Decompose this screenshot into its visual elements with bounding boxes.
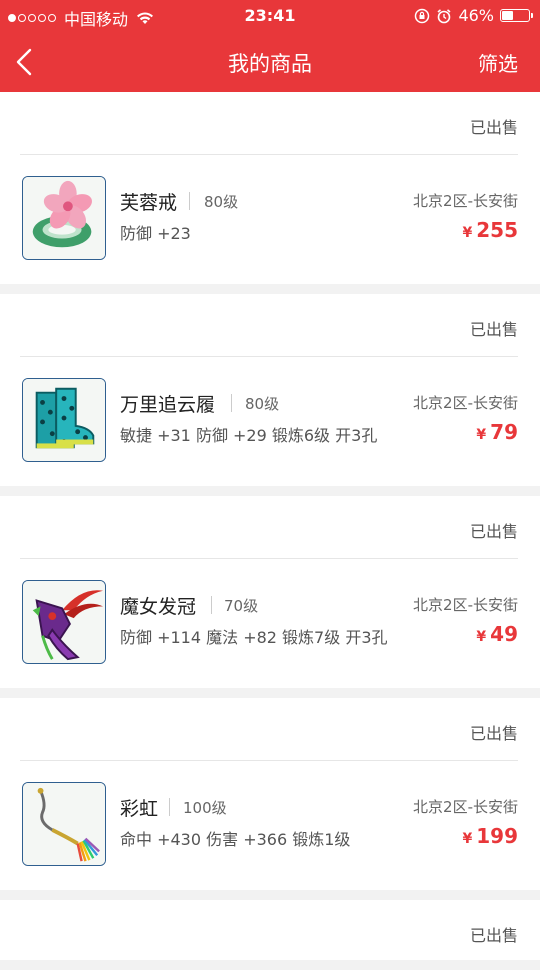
status-bar: 中国移动 23:41 46% [0, 0, 540, 32]
divider [20, 558, 518, 559]
alarm-icon [437, 8, 451, 23]
nav-bar: 我的商品 筛选 [0, 32, 540, 92]
sold-status: 已出售 [469, 926, 518, 945]
item-server: 北京2区-长安街 [413, 394, 518, 412]
sold-status: 已出售 [469, 724, 518, 743]
price-value: 199 [476, 824, 518, 848]
item-level: 80级 [245, 395, 280, 413]
currency-symbol: ¥ [476, 629, 487, 645]
price-value: 49 [490, 622, 518, 646]
teal-boots-icon [22, 378, 106, 462]
divider [189, 192, 190, 210]
sold-status: 已出售 [469, 522, 518, 541]
list-item[interactable]: 已出售 芙蓉戒 80级 防御 +23 北京2区-长安街 ¥ 255 [0, 92, 540, 284]
list-item[interactable]: 已出售 万里追云履 80级 敏捷 +31 防御 +29 锻炼6级 开3孔 北京2… [0, 294, 540, 486]
sold-status: 已出售 [469, 320, 518, 339]
divider [20, 356, 518, 357]
currency-symbol: ¥ [476, 427, 487, 443]
item-name: 魔女发冠 [120, 596, 197, 618]
page-title: 我的商品 [228, 52, 312, 76]
currency-symbol: ¥ [462, 831, 473, 847]
item-level: 100级 [183, 799, 227, 817]
item-attributes: 敏捷 +31 防御 +29 锻炼6级 开3孔 [120, 426, 378, 445]
filter-button[interactable]: 筛选 [478, 48, 518, 77]
item-server: 北京2区-长安街 [413, 798, 518, 816]
battery-icon [500, 9, 533, 22]
battery-percent: 46% [458, 6, 494, 25]
price-value: 255 [476, 218, 518, 242]
item-attributes: 防御 +23 [120, 224, 191, 243]
divider [20, 154, 518, 155]
jade-ring-flower-icon [22, 176, 106, 260]
item-price: ¥255 [463, 218, 519, 242]
item-price: ¥79 [476, 420, 518, 444]
list-item[interactable]: 已出售 彩虹 100级 命中 +430 伤害 +366 锻炼1级 北京2区-长安… [0, 698, 540, 890]
list-item[interactable]: 已出售 [0, 900, 540, 960]
rainbow-whip-icon [22, 782, 106, 866]
item-name: 彩虹 [120, 798, 159, 820]
item-level: 70级 [224, 597, 259, 615]
orientation-lock-icon [415, 8, 430, 23]
status-right: 46% [414, 6, 533, 25]
currency-symbol: ¥ [462, 225, 473, 241]
witch-crown-icon [22, 580, 106, 664]
divider [169, 798, 170, 816]
item-name: 万里追云履 [120, 394, 216, 416]
item-attributes: 防御 +114 魔法 +82 锻炼7级 开3孔 [120, 628, 388, 647]
item-price: ¥49 [476, 622, 518, 646]
item-level: 80级 [204, 193, 239, 211]
list-item[interactable]: 已出售 魔女发冠 70级 防御 +114 魔法 +82 锻炼7级 开3孔 北京2… [0, 496, 540, 688]
divider [231, 394, 232, 412]
price-value: 79 [490, 420, 518, 444]
item-server: 北京2区-长安街 [413, 192, 518, 210]
item-server: 北京2区-长安街 [413, 596, 518, 614]
item-price: ¥199 [463, 824, 519, 848]
item-attributes: 命中 +430 伤害 +366 锻炼1级 [120, 830, 351, 849]
divider [211, 596, 212, 614]
sold-status: 已出售 [469, 118, 518, 137]
item-name: 芙蓉戒 [120, 192, 178, 214]
product-list: 已出售 芙蓉戒 80级 防御 +23 北京2区-长安街 ¥ 255 已出售 万里… [0, 92, 540, 970]
divider [20, 760, 518, 761]
